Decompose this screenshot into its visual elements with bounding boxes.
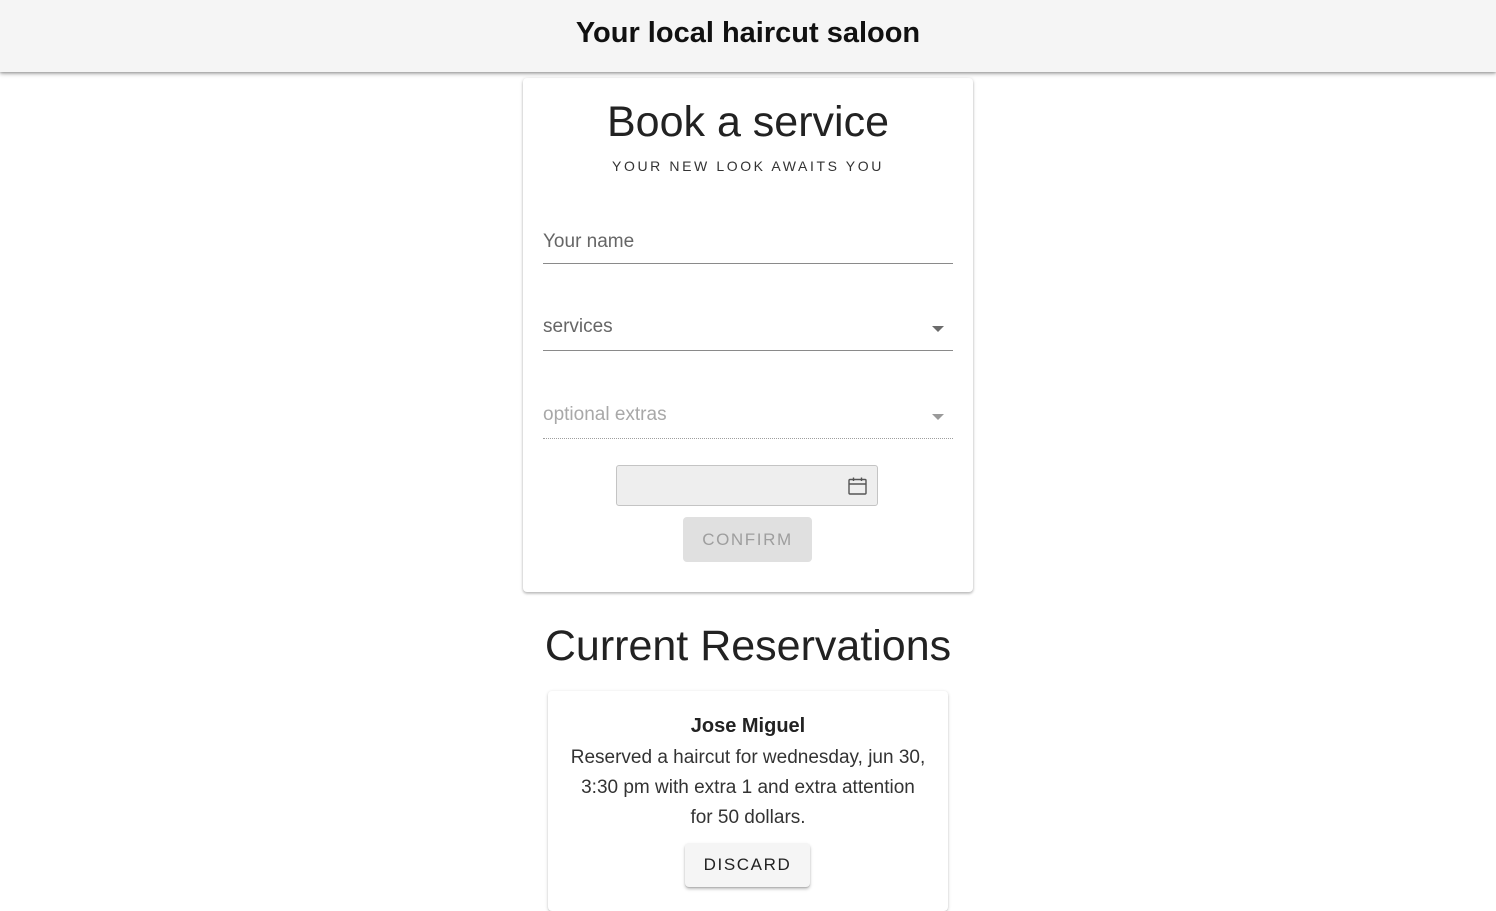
reservation-card: Jose Miguel Reserved a haircut for wedne… — [548, 691, 948, 911]
app-title: Your local haircut saloon — [575, 17, 921, 49]
discard-button[interactable]: DISCARD — [685, 843, 810, 887]
name-field — [543, 223, 953, 264]
reservations-title: Current Reservations — [544, 622, 952, 670]
booking-title: Book a service — [606, 98, 890, 146]
booking-subtitle: YOUR NEW LOOK AWAITS YOU — [612, 158, 884, 174]
booking-card: Book a service YOUR NEW LOOK AWAITS YOU … — [523, 78, 973, 592]
chevron-down-icon — [932, 414, 944, 420]
name-input[interactable] — [543, 223, 953, 261]
services-select[interactable]: services — [543, 310, 953, 351]
confirm-button[interactable]: CONFIRM — [683, 517, 812, 562]
reservation-name: Jose Miguel — [690, 715, 806, 737]
reservation-description: Reserved a haircut for wednesday, jun 30… — [570, 747, 926, 828]
optional-extras-select-label: optional extras — [543, 404, 667, 425]
optional-extras-select[interactable]: optional extras — [543, 398, 953, 439]
services-select-label: services — [543, 316, 613, 337]
calendar-icon[interactable] — [848, 477, 867, 495]
date-picker-input[interactable] — [616, 465, 878, 506]
chevron-down-icon — [932, 326, 944, 332]
app-bar: Your local haircut saloon — [0, 0, 1496, 72]
